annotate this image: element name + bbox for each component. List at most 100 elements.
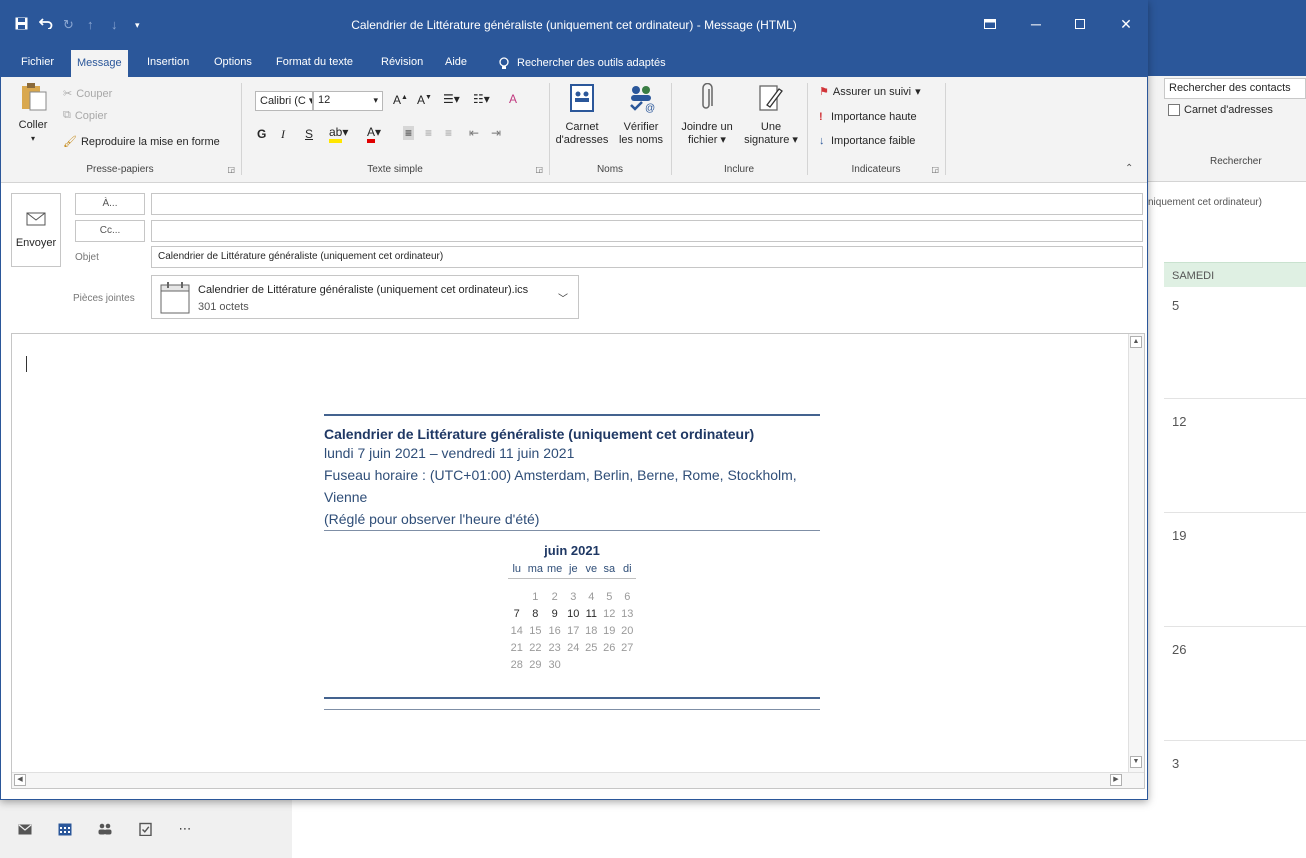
dialog-launcher-icon[interactable]: ◲ (535, 165, 543, 174)
redo-icon[interactable]: ↻ (63, 17, 74, 33)
calendar-icon[interactable] (56, 820, 74, 838)
check-names-button[interactable]: @ Vérifier les noms (613, 83, 669, 147)
font-color-icon[interactable]: A▾ (367, 125, 381, 143)
signature-button[interactable]: Une signature ▾ (739, 83, 803, 147)
to-field[interactable] (151, 193, 1143, 215)
align-center-icon[interactable]: ≡ (425, 126, 432, 140)
save-icon[interactable] (15, 17, 28, 33)
day-cell: 26 (603, 641, 616, 654)
underline-icon[interactable]: S (305, 127, 313, 141)
tab-aide[interactable]: Aide (439, 49, 473, 77)
chevron-down-icon[interactable]: ﹀ (558, 290, 568, 305)
italic-icon[interactable]: I (281, 127, 285, 142)
decrease-indent-icon[interactable]: ⇤ (469, 126, 479, 140)
calendar-date[interactable]: 5 (1172, 298, 1179, 313)
copy-button[interactable]: ⧉ Copier (63, 109, 107, 122)
background-calendar: Rechercher des contacts Carnet d'adresse… (1148, 0, 1306, 858)
send-label: Envoyer (15, 237, 57, 249)
paste-button[interactable]: Coller ▾ (11, 83, 55, 145)
calendar-date[interactable]: 19 (1172, 528, 1186, 543)
high-importance-button[interactable]: ! Importance haute (819, 111, 917, 123)
day-cell (564, 656, 582, 673)
people-icon[interactable] (96, 820, 114, 838)
tab-fichier[interactable]: Fichier (15, 49, 60, 77)
attachment-item[interactable]: Calendrier de Littérature généraliste (u… (151, 275, 579, 319)
scroll-up-icon[interactable]: ▲ (1130, 336, 1142, 348)
cut-button[interactable]: ✂ Couper (63, 87, 112, 101)
copy-label: Copier (74, 109, 108, 122)
bullets-icon[interactable]: ☰▾ (443, 92, 460, 106)
dialog-launcher-icon[interactable]: ◲ (227, 165, 235, 174)
numbering-icon[interactable]: ☷▾ (473, 92, 490, 106)
follow-up-button[interactable]: ⚑ Assurer un suivi ▾ (819, 85, 921, 99)
format-painter-button[interactable]: 🖌 Reproduire la mise en forme (63, 135, 220, 149)
attachments-label: Pièces jointes (73, 293, 135, 304)
shrink-font-icon[interactable]: A▼ (417, 93, 432, 107)
signature-label-1: Une (760, 121, 782, 133)
day-cell: 25 (585, 641, 598, 654)
address-book-icon (553, 83, 611, 117)
horizontal-scrollbar[interactable]: ◀ ▶ (12, 772, 1144, 788)
vertical-scrollbar[interactable]: ▲ ▼ (1128, 334, 1144, 772)
cc-button[interactable]: Cc... (75, 220, 145, 242)
clipboard-group: Coller ▾ ✂ Couper ⧉ Copier 🖌 Reproduire la … (1, 79, 239, 179)
collapse-ribbon-icon[interactable]: ⌃ (1125, 163, 1133, 174)
customize-toolbar-icon[interactable]: ▾ (135, 20, 140, 31)
mail-icon[interactable] (16, 820, 34, 838)
scissors-icon: ✂ (63, 88, 73, 100)
font-name-dropdown[interactable]: Calibri (C ▾ (255, 91, 313, 111)
up-arrow-icon[interactable]: ↑ (87, 17, 94, 32)
subject-field[interactable]: Calendrier de Littérature généraliste (u… (151, 246, 1143, 268)
address-book-button[interactable]: Carnet d'adresses (1168, 104, 1273, 116)
down-arrow-icon[interactable]: ↓ (111, 17, 118, 32)
maximize-icon[interactable] (1065, 11, 1095, 37)
calendar-date[interactable]: 3 (1172, 756, 1179, 771)
attach-file-button[interactable]: Joindre un fichier ▾ (675, 82, 739, 147)
scroll-left-icon[interactable]: ◀ (14, 774, 26, 786)
low-importance-label: Importance faible (831, 135, 916, 147)
message-body[interactable]: Calendrier de Littérature généraliste (u… (11, 333, 1145, 789)
highlight-icon[interactable]: ab▾ (329, 125, 348, 143)
to-button[interactable]: À... (75, 193, 145, 215)
grow-font-icon[interactable]: A▲ (393, 93, 408, 107)
address-book-ribbon-button[interactable]: Carnet d'adresses (553, 83, 611, 147)
tab-insertion[interactable]: Insertion (141, 49, 195, 77)
day-cell: 28 (510, 658, 523, 671)
tab-options[interactable]: Options (208, 49, 258, 77)
increase-indent-icon[interactable]: ⇥ (491, 126, 501, 140)
align-right-icon[interactable]: ≡ (445, 126, 452, 140)
calendar-date[interactable]: 26 (1172, 642, 1186, 657)
weekday-header: sa (600, 560, 619, 579)
undo-icon[interactable] (38, 17, 53, 32)
tab-revision[interactable]: Révision (375, 49, 429, 77)
tab-format[interactable]: Format du texte (270, 49, 359, 77)
more-icon[interactable]: ⋯ (176, 820, 194, 838)
dialog-launcher-icon[interactable]: ◲ (931, 165, 939, 174)
day-cell: 13 (621, 607, 634, 620)
check-names-icon: @ (613, 83, 669, 117)
tasks-icon[interactable] (136, 820, 154, 838)
scroll-right-icon[interactable]: ▶ (1110, 774, 1122, 786)
check-names-label-2: les noms (618, 134, 664, 146)
low-importance-button[interactable]: ↓ Importance faible (819, 135, 915, 147)
day-cell: 20 (621, 624, 634, 637)
day-cell: 24 (567, 641, 580, 654)
down-arrow-icon: ↓ (819, 135, 825, 147)
font-size-dropdown[interactable]: 12 ▾ (313, 91, 383, 111)
ribbon-display-options-icon[interactable] (975, 11, 1005, 37)
scroll-down-icon[interactable]: ▼ (1130, 756, 1142, 768)
minimize-icon[interactable]: ─ (1021, 11, 1051, 37)
bold-icon[interactable]: G (257, 127, 266, 141)
tab-message[interactable]: Message (71, 49, 128, 77)
tell-me-search[interactable]: Rechercher des outils adaptés (493, 49, 672, 77)
compose-window: ↻ ↑ ↓ ▾ Calendrier de Littérature généra… (0, 0, 1148, 800)
align-left-icon[interactable]: ≡ (403, 126, 415, 140)
close-icon[interactable]: ✕ (1111, 11, 1141, 37)
clear-formatting-icon[interactable]: A (509, 92, 517, 106)
cc-field[interactable] (151, 220, 1143, 242)
send-button[interactable]: Envoyer (11, 193, 61, 267)
bottom-rule-2 (324, 709, 820, 710)
day-cell (600, 656, 618, 673)
search-contacts-input[interactable]: Rechercher des contacts (1164, 78, 1306, 99)
calendar-date[interactable]: 12 (1172, 414, 1186, 429)
